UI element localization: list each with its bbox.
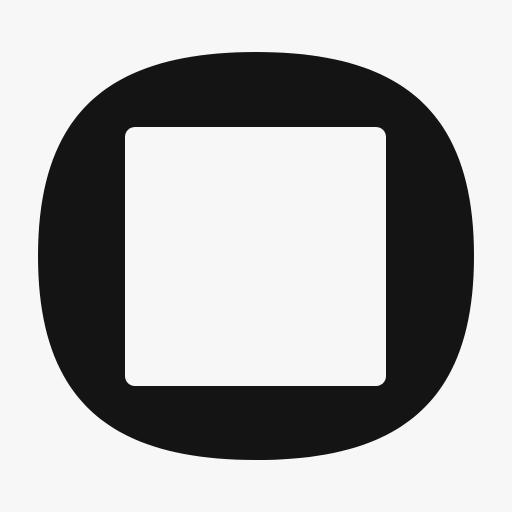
stop-icon-inner-square (125, 127, 386, 386)
stop-icon[interactable] (0, 0, 512, 512)
stop-icon-graphic (38, 52, 474, 460)
